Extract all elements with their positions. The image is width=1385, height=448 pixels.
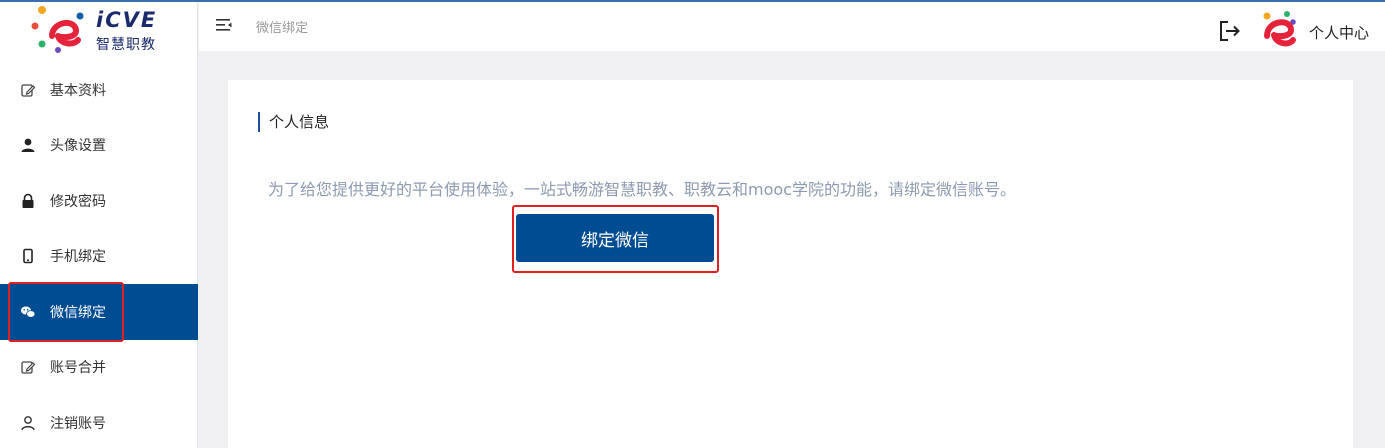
logo-text-en: iCVE — [96, 8, 158, 32]
logo-text-cn: 智慧职教 — [96, 37, 156, 53]
edit-icon — [20, 82, 36, 98]
logo-mark-icon — [31, 6, 84, 53]
sidebar-item-basic-info[interactable]: 基本资料 — [0, 62, 198, 118]
binding-description: 为了给您提供更好的平台使用体验，一站式畅游智慧职教、职教云和mooc学院的功能，… — [268, 180, 1016, 199]
menu-toggle-icon[interactable] — [215, 16, 233, 34]
wechat-icon — [20, 304, 36, 320]
sidebar-item-label: 注销账号 — [50, 415, 106, 432]
sidebar-item-wechat-binding[interactable]: 微信绑定 — [0, 284, 198, 340]
section-title: 个人信息 — [258, 112, 329, 132]
phone-icon — [20, 248, 36, 264]
logout-icon[interactable] — [1219, 20, 1241, 42]
sidebar-item-label: 账号合并 — [50, 360, 106, 377]
user-center-link[interactable]: 个人中心 — [1309, 22, 1369, 43]
sidebar: iCVE 智慧职教 基本资料 头像设置 修改密码 手机绑定 微信绑定 账号合并 … — [0, 2, 198, 448]
sidebar-item-change-password[interactable]: 修改密码 — [0, 173, 198, 229]
sidebar-item-account-merge[interactable]: 账号合并 — [0, 340, 198, 396]
sidebar-item-cancel-account[interactable]: 注销账号 — [0, 395, 198, 448]
user-outline-icon — [20, 415, 36, 431]
sidebar-item-label: 微信绑定 — [50, 304, 106, 321]
sidebar-item-label: 头像设置 — [50, 138, 106, 155]
sidebar-item-avatar-settings[interactable]: 头像设置 — [0, 118, 198, 174]
sidebar-nav: 基本资料 头像设置 修改密码 手机绑定 微信绑定 账号合并 注销账号 — [0, 62, 198, 448]
sidebar-item-phone-binding[interactable]: 手机绑定 — [0, 229, 198, 285]
sidebar-item-label: 基本资料 — [50, 82, 106, 99]
avatar[interactable] — [1259, 10, 1297, 50]
sidebar-item-label: 修改密码 — [50, 193, 106, 210]
breadcrumb: 微信绑定 — [256, 21, 309, 36]
main-card: 个人信息 为了给您提供更好的平台使用体验，一站式畅游智慧职教、职教云和mooc学… — [228, 80, 1353, 448]
sidebar-item-label: 手机绑定 — [50, 249, 106, 266]
lock-icon — [20, 193, 36, 209]
logo[interactable]: iCVE 智慧职教 — [30, 4, 170, 54]
bind-wechat-button[interactable]: 绑定微信 — [516, 214, 714, 262]
top-header: 微信绑定 个人中心 — [199, 2, 1385, 51]
edit-icon — [20, 359, 36, 375]
user-icon — [20, 137, 36, 153]
